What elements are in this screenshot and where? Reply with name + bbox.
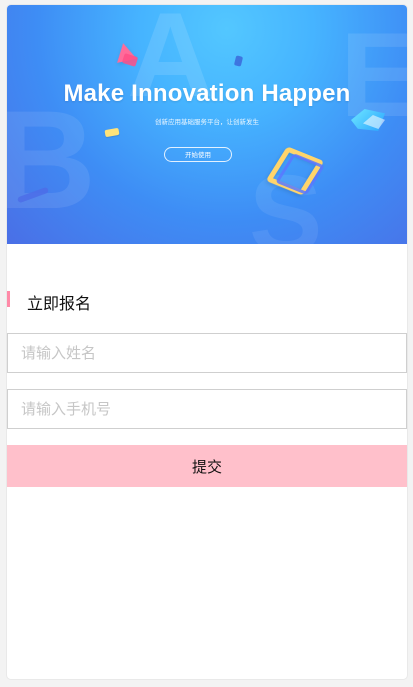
background-letter-b: B	[7, 81, 97, 238]
signup-card: A B E S Make Innovation Happen 创新应用基础服务平…	[7, 5, 407, 679]
accent-bar	[7, 291, 10, 307]
phone-field[interactable]	[7, 389, 407, 429]
start-button[interactable]: 开始使用	[164, 147, 232, 162]
signup-heading: 立即报名	[7, 291, 407, 313]
banner-subtitle: 创新应用基础服务平台，让创新发生	[155, 118, 259, 126]
hero-banner: A B E S Make Innovation Happen 创新应用基础服务平…	[7, 5, 407, 244]
yellow-chip-decoration	[104, 127, 120, 138]
name-field[interactable]	[7, 333, 407, 373]
name-input[interactable]	[8, 334, 406, 372]
phone-input[interactable]	[8, 390, 406, 428]
submit-button[interactable]: 提交	[7, 445, 407, 487]
banner-title: Make Innovation Happen	[63, 80, 351, 107]
blue-stick-decoration	[233, 55, 244, 67]
signup-title: 立即报名	[27, 294, 92, 313]
